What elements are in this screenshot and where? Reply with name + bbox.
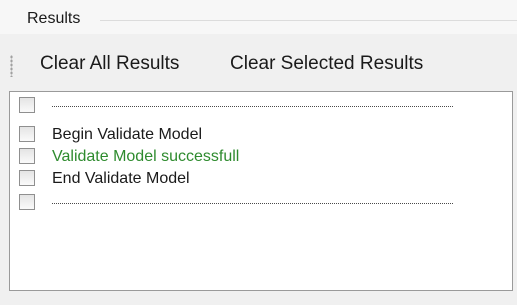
- result-checkbox[interactable]: [19, 97, 35, 113]
- separator-line: [52, 203, 453, 204]
- result-text: Validate Model successfull: [52, 148, 240, 165]
- clear-all-results-button[interactable]: Clear All Results: [38, 51, 181, 77]
- result-checkbox[interactable]: [19, 148, 35, 164]
- list-item: Validate Model successfull: [19, 147, 499, 169]
- list-item: Begin Validate Model: [19, 125, 499, 147]
- clear-selected-results-button[interactable]: Clear Selected Results: [228, 51, 425, 77]
- panel-header: Results: [0, 0, 517, 34]
- toolbar-grip-icon[interactable]: [10, 55, 13, 77]
- result-checkbox[interactable]: [19, 170, 35, 186]
- results-toolbar: Clear All Results Clear Selected Results: [0, 40, 517, 88]
- result-checkbox[interactable]: [19, 194, 35, 210]
- result-text: End Validate Model: [52, 170, 190, 187]
- result-checkbox[interactable]: [19, 126, 35, 142]
- separator-line: [52, 106, 453, 107]
- results-panel: Results Clear All Results Clear Selected…: [0, 0, 517, 305]
- panel-title: Results: [27, 10, 81, 27]
- list-item: ----------------------------------------…: [19, 96, 499, 118]
- list-item: ----------------------------------------…: [19, 193, 499, 215]
- list-item: End Validate Model: [19, 169, 499, 191]
- result-text: Begin Validate Model: [52, 126, 203, 143]
- results-list[interactable]: ----------------------------------------…: [9, 91, 513, 291]
- header-divider: [100, 20, 517, 21]
